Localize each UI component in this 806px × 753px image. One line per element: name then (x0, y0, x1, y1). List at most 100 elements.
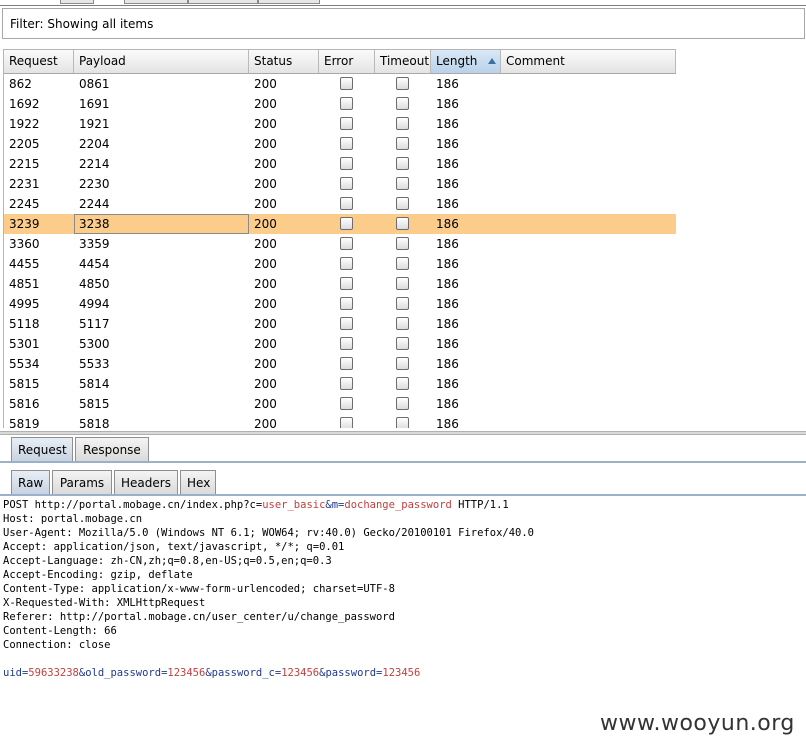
top-tab[interactable] (188, 0, 258, 4)
timeout-checkbox[interactable] (396, 157, 409, 170)
tab-request[interactable]: Request (11, 437, 73, 461)
timeout-checkbox[interactable] (396, 337, 409, 350)
tab-params[interactable]: Params (52, 470, 112, 494)
cell-length: 186 (436, 397, 459, 411)
tab-underline (0, 494, 806, 496)
param-value: 59633238 (28, 667, 79, 679)
cell-status: 200 (254, 197, 277, 211)
cell-payload: 5814 (79, 377, 110, 391)
table-row[interactable]: 2231 2230 200 186 (4, 174, 676, 194)
error-checkbox[interactable] (340, 337, 353, 350)
error-checkbox[interactable] (340, 177, 353, 190)
column-header-status[interactable]: Status (249, 50, 319, 73)
header-line: Host: portal.mobage.cn (3, 513, 143, 525)
error-checkbox[interactable] (340, 117, 353, 130)
table-row[interactable]: 2205 2204 200 186 (4, 134, 676, 154)
cell-request: 5815 (9, 377, 40, 391)
table-row[interactable]: 5819 5818 200 186 (4, 414, 676, 428)
timeout-checkbox[interactable] (396, 97, 409, 110)
error-checkbox[interactable] (340, 157, 353, 170)
timeout-checkbox[interactable] (396, 237, 409, 250)
split-pane-divider[interactable] (0, 431, 806, 435)
cell-payload: 2204 (79, 137, 110, 151)
column-header-error[interactable]: Error (319, 50, 375, 73)
timeout-checkbox[interactable] (396, 397, 409, 410)
raw-request-editor[interactable]: POST http://portal.mobage.cn/index.php?c… (3, 498, 803, 680)
cell-length: 186 (436, 237, 459, 251)
cell-length: 186 (436, 197, 459, 211)
cell-request: 5816 (9, 397, 40, 411)
column-header-length[interactable]: Length (431, 50, 501, 73)
cell-length: 186 (436, 297, 459, 311)
timeout-checkbox[interactable] (396, 297, 409, 310)
error-checkbox[interactable] (340, 257, 353, 270)
cell-request: 2245 (9, 197, 40, 211)
table-row[interactable]: 5534 5533 200 186 (4, 354, 676, 374)
timeout-checkbox[interactable] (396, 197, 409, 210)
error-checkbox[interactable] (340, 417, 353, 428)
cell-length: 186 (436, 177, 459, 191)
table-row[interactable]: 5815 5814 200 186 (4, 374, 676, 394)
timeout-checkbox[interactable] (396, 137, 409, 150)
cell-length: 186 (436, 337, 459, 351)
table-empty-area (676, 49, 806, 427)
error-checkbox[interactable] (340, 317, 353, 330)
table-row[interactable]: 2215 2214 200 186 (4, 154, 676, 174)
cell-status: 200 (254, 77, 277, 91)
top-tab-strip (0, 0, 806, 4)
timeout-checkbox[interactable] (396, 317, 409, 330)
cell-request: 2231 (9, 177, 40, 191)
tab-hex[interactable]: Hex (180, 470, 216, 494)
table-row[interactable]: 5816 5815 200 186 (4, 394, 676, 414)
timeout-checkbox[interactable] (396, 377, 409, 390)
timeout-checkbox[interactable] (396, 417, 409, 428)
table-row[interactable]: 2245 2244 200 186 (4, 194, 676, 214)
table-row[interactable]: 5301 5300 200 186 (4, 334, 676, 354)
table-row[interactable]: 1922 1921 200 186 (4, 114, 676, 134)
timeout-checkbox[interactable] (396, 357, 409, 370)
timeout-checkbox[interactable] (396, 77, 409, 90)
cell-request: 5534 (9, 357, 40, 371)
timeout-checkbox[interactable] (396, 177, 409, 190)
error-checkbox[interactable] (340, 237, 353, 250)
header-line: Accept-Encoding: gzip, deflate (3, 569, 193, 581)
table-row[interactable]: 4455 4454 200 186 (4, 254, 676, 274)
table-row[interactable]: 1692 1691 200 186 (4, 94, 676, 114)
table-row[interactable]: 3239 3238 200 186 (4, 214, 676, 234)
error-checkbox[interactable] (340, 217, 353, 230)
cell-status: 200 (254, 157, 277, 171)
column-header-comment[interactable]: Comment (501, 50, 676, 73)
cell-status: 200 (254, 317, 277, 331)
error-checkbox[interactable] (340, 97, 353, 110)
top-divider (0, 5, 806, 6)
error-checkbox[interactable] (340, 197, 353, 210)
column-header-request[interactable]: Request (4, 50, 74, 73)
table-row[interactable]: 3360 3359 200 186 (4, 234, 676, 254)
tab-response[interactable]: Response (75, 437, 149, 461)
table-row[interactable]: 4995 4994 200 186 (4, 294, 676, 314)
tab-raw[interactable]: Raw (11, 470, 50, 494)
top-tab[interactable] (124, 0, 188, 4)
error-checkbox[interactable] (340, 377, 353, 390)
timeout-checkbox[interactable] (396, 257, 409, 270)
filter-bar[interactable]: Filter: Showing all items (2, 8, 805, 39)
table-row[interactable]: 4851 4850 200 186 (4, 274, 676, 294)
error-checkbox[interactable] (340, 297, 353, 310)
error-checkbox[interactable] (340, 397, 353, 410)
table-row[interactable]: 5118 5117 200 186 (4, 314, 676, 334)
error-checkbox[interactable] (340, 277, 353, 290)
error-checkbox[interactable] (340, 357, 353, 370)
column-header-payload[interactable]: Payload (74, 50, 249, 73)
table-row[interactable]: 862 0861 200 186 (4, 74, 676, 94)
cell-status: 200 (254, 217, 277, 231)
sort-ascending-icon (488, 58, 496, 64)
error-checkbox[interactable] (340, 137, 353, 150)
tab-headers[interactable]: Headers (114, 470, 178, 494)
error-checkbox[interactable] (340, 77, 353, 90)
column-header-timeout[interactable]: Timeout (375, 50, 431, 73)
timeout-checkbox[interactable] (396, 217, 409, 230)
timeout-checkbox[interactable] (396, 117, 409, 130)
timeout-checkbox[interactable] (396, 277, 409, 290)
top-tab[interactable] (60, 0, 94, 4)
top-tab[interactable] (258, 0, 320, 4)
